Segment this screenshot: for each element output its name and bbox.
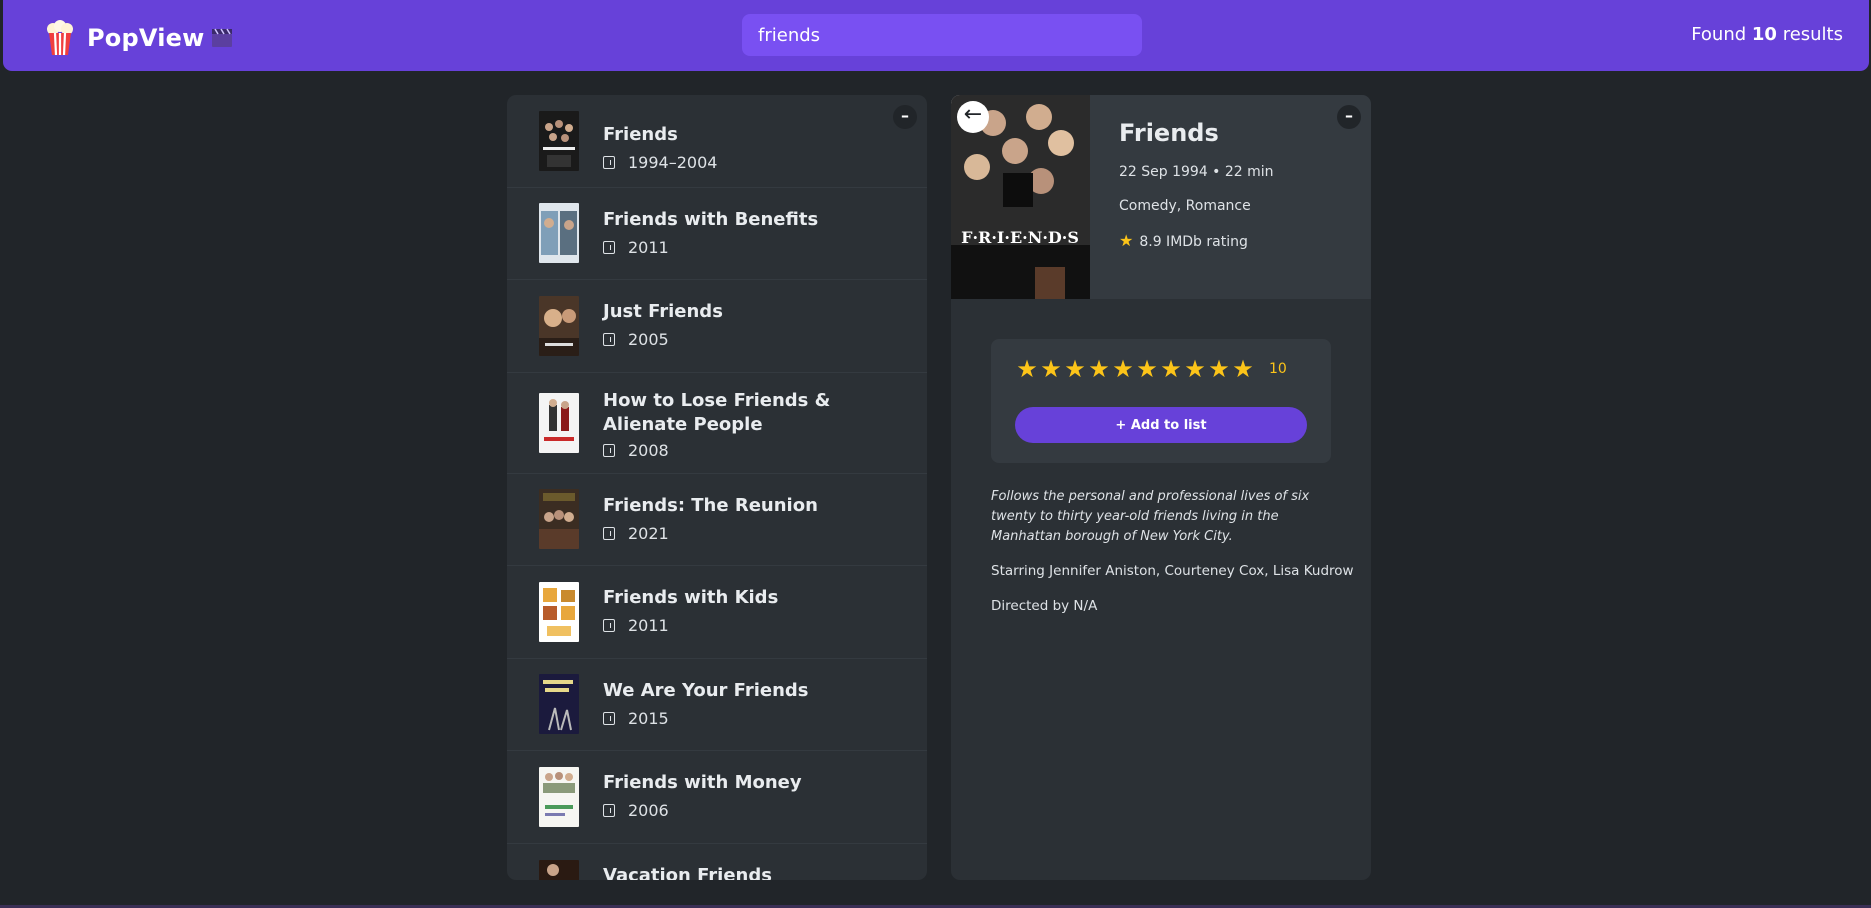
poster-thumbnail xyxy=(539,110,579,171)
star-icon[interactable]: ★ xyxy=(1039,357,1063,381)
collapse-detail-button[interactable]: – xyxy=(1337,105,1361,129)
movie-title: How to Lose Friends & Alienate People xyxy=(603,389,831,435)
collapse-list-button[interactable]: – xyxy=(893,105,917,129)
movie-year: 1994–2004 xyxy=(628,153,718,172)
star-icon[interactable]: ★ xyxy=(1087,357,1111,381)
list-item[interactable]: Friends with Kids 2011 xyxy=(507,566,927,659)
logo: PopView xyxy=(45,20,233,56)
director: Directed by N/A xyxy=(991,598,1098,614)
star-icon[interactable]: ★ xyxy=(1135,357,1159,381)
poster-thumbnail xyxy=(539,581,579,642)
movie-year: 2021 xyxy=(628,523,669,543)
poster-thumbnail xyxy=(539,766,579,827)
movie-detail-panel: – ← F·R·I·E·N·D·S Friends 22 Sep 1994 • … xyxy=(951,95,1371,880)
poster-thumbnail xyxy=(539,392,579,453)
app-name: PopView xyxy=(87,24,205,52)
movie-title: Just Friends xyxy=(603,301,723,322)
poster-thumbnail xyxy=(539,203,579,264)
star-icon[interactable]: ★ xyxy=(1231,357,1255,381)
star-icon[interactable]: ★ xyxy=(1063,357,1087,381)
movie-list-panel: – Friends 1994–2004 Friends with Benefit… xyxy=(507,95,927,880)
movie-year: 2006 xyxy=(628,801,669,820)
add-to-list-button[interactable]: + Add to list xyxy=(1015,407,1307,443)
list-item[interactable]: Friends with Benefits 2011 xyxy=(507,188,927,280)
star-icon[interactable]: ★ xyxy=(1207,357,1231,381)
movie-year: 2005 xyxy=(628,330,669,349)
list-item[interactable]: Friends: The Reunion 2021 xyxy=(507,474,927,566)
movie-year: 2011 xyxy=(628,237,669,257)
calendar-icon xyxy=(603,804,615,817)
movie-list: Friends 1994–2004 Friends with Benefits … xyxy=(507,95,927,880)
calendar-icon xyxy=(603,619,615,632)
movie-title: Friends: The Reunion xyxy=(603,494,818,516)
list-item[interactable]: Friends 1994–2004 xyxy=(507,95,927,188)
star-icon[interactable]: ★ xyxy=(1111,357,1135,381)
star-icon: ★ xyxy=(1119,231,1134,250)
poster-thumbnail xyxy=(539,859,579,880)
popcorn-icon xyxy=(45,20,75,56)
list-item[interactable]: Friends with Money 2006 xyxy=(507,751,927,844)
starring: Starring Jennifer Aniston, Courteney Cox… xyxy=(991,563,1354,579)
poster-thumbnail xyxy=(539,295,579,356)
clapper-icon xyxy=(211,28,233,48)
list-item[interactable]: Vacation Friends xyxy=(507,844,927,881)
navbar: PopView Found 10 results xyxy=(3,0,1869,71)
rating-box: ★ ★ ★ ★ ★ ★ ★ ★ ★ ★ 10 + Add to list xyxy=(991,339,1331,463)
movie-title: Vacation Friends xyxy=(603,864,772,881)
list-item[interactable]: We Are Your Friends 2015 xyxy=(507,659,927,751)
detail-header: ← F·R·I·E·N·D·S Friends 22 Sep 1994 • 22… xyxy=(951,95,1371,299)
movie-title: Friends with Kids xyxy=(603,587,779,608)
movie-title: Friends with Money xyxy=(603,772,802,793)
calendar-icon xyxy=(603,443,615,457)
back-button[interactable]: ← xyxy=(957,101,989,133)
detail-title: Friends xyxy=(1119,119,1219,147)
star-icon[interactable]: ★ xyxy=(1015,357,1039,381)
movie-year: 2008 xyxy=(628,440,669,460)
results-count: Found 10 results xyxy=(1691,24,1843,45)
star-rating: ★ ★ ★ ★ ★ ★ ★ ★ ★ ★ 10 xyxy=(1015,357,1287,381)
genre: Comedy, Romance xyxy=(1119,198,1251,214)
star-icon[interactable]: ★ xyxy=(1159,357,1183,381)
search-input[interactable] xyxy=(742,14,1142,56)
poster-thumbnail xyxy=(539,674,579,735)
calendar-icon xyxy=(603,526,615,540)
list-item[interactable]: Just Friends 2005 xyxy=(507,280,927,373)
plot: Follows the personal and professional li… xyxy=(991,489,1310,544)
star-icon[interactable]: ★ xyxy=(1183,357,1207,381)
movie-title: We Are Your Friends xyxy=(603,679,809,701)
calendar-icon xyxy=(603,156,615,169)
calendar-icon xyxy=(603,711,615,725)
movie-title: Friends xyxy=(603,124,678,145)
imdb-rating: 8.9 IMDb rating xyxy=(1139,234,1248,250)
movie-year: 2011 xyxy=(628,616,669,635)
user-rating-value: 10 xyxy=(1269,361,1287,377)
list-item[interactable]: How to Lose Friends & Alienate People 20… xyxy=(507,373,927,474)
calendar-icon xyxy=(603,333,615,346)
poster-logo-text: F·R·I·E·N·D·S xyxy=(961,228,1079,247)
calendar-icon xyxy=(603,240,615,254)
movie-title: Friends with Benefits xyxy=(603,208,819,230)
movie-year: 2015 xyxy=(628,708,669,728)
release-runtime: 22 Sep 1994 • 22 min xyxy=(1119,164,1274,180)
poster-thumbnail xyxy=(539,489,579,550)
